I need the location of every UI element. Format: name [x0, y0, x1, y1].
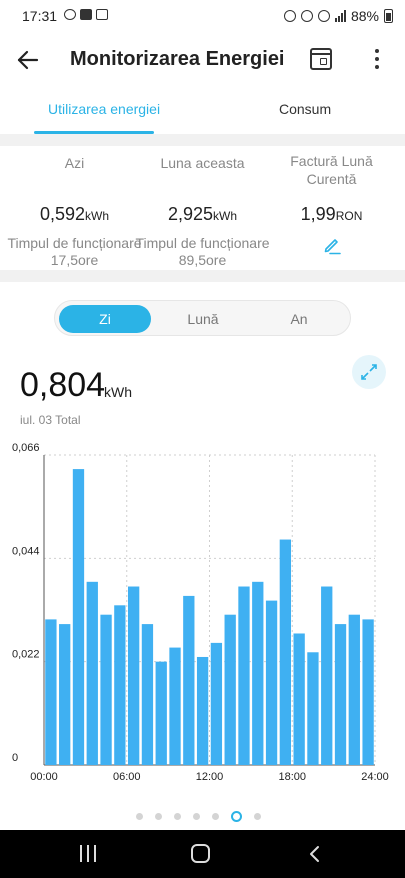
- image-icon: [96, 9, 108, 20]
- app-bar: Monitorizarea Energiei: [0, 32, 405, 88]
- nav-back-button[interactable]: [306, 844, 324, 864]
- page-dot[interactable]: [155, 813, 162, 820]
- x-tick-label: 18:00: [278, 771, 306, 783]
- chart-bar: [238, 586, 250, 765]
- expand-button[interactable]: [352, 355, 386, 389]
- recent-apps-button[interactable]: [80, 845, 96, 862]
- total-value: 0,804: [20, 366, 106, 404]
- x-tick-label: 06:00: [113, 771, 141, 783]
- chart-bar: [293, 633, 305, 765]
- chart-bar: [348, 614, 360, 765]
- chart-bar: [127, 586, 140, 765]
- mute-icon: [300, 10, 313, 22]
- chart-bar: [183, 595, 195, 765]
- system-nav-bar: [0, 830, 405, 878]
- segment-month[interactable]: Lună: [157, 305, 249, 333]
- x-tick-label: 24:00: [361, 771, 389, 783]
- chart-bar: [86, 581, 98, 765]
- status-time: 17:31: [22, 8, 58, 24]
- chart-bar: [114, 605, 126, 765]
- chart-bar: [265, 600, 278, 765]
- expand-icon: [361, 364, 377, 380]
- stat-value: 2,925kWh: [167, 204, 238, 224]
- page-indicator: [136, 811, 261, 822]
- section-divider: [0, 134, 405, 146]
- alarm-icon: [283, 10, 296, 22]
- stat-runtime: Timpul de funcționare 17,5ore: [7, 235, 142, 268]
- calendar-button[interactable]: [310, 48, 332, 70]
- energy-bar-chart: 0 0,022 0,044 0,066 00:00 06:00 12:00 18:00 24:0…: [0, 440, 405, 790]
- messenger-icon: [64, 9, 76, 20]
- chart-bar: [141, 624, 154, 765]
- total-unit: kWh: [104, 384, 132, 400]
- battery-percent: 88%: [350, 8, 379, 24]
- chart-bar: [307, 652, 319, 765]
- page-dot[interactable]: [174, 813, 181, 820]
- x-tick-label: 12:00: [196, 771, 224, 783]
- system-icons: 88%: [283, 8, 393, 24]
- chart-bar: [155, 661, 167, 765]
- tab-bar: Utilizarea energiei Consum: [0, 88, 405, 134]
- chart-bar: [362, 619, 374, 765]
- chart-bar: [45, 619, 57, 765]
- y-tick-label: 0,044: [12, 545, 40, 557]
- chart-bar: [224, 614, 236, 765]
- edit-pencil-icon[interactable]: [322, 235, 342, 255]
- total-date-label: iul. 03 Total: [20, 413, 81, 427]
- chart-bar: [59, 624, 71, 765]
- status-bar: 17:31 88%: [0, 0, 405, 32]
- battery-icon: [384, 9, 393, 23]
- stat-label: Factură Lună Curentă: [290, 153, 373, 187]
- segment-year[interactable]: An: [253, 305, 345, 333]
- notification-icons: [64, 9, 108, 20]
- section-divider: [0, 270, 405, 282]
- home-button[interactable]: [191, 844, 210, 863]
- segment-day[interactable]: Zi: [59, 305, 151, 333]
- back-button[interactable]: [14, 46, 42, 74]
- chart-bar: [321, 586, 333, 765]
- chart-bar: [334, 624, 347, 765]
- mail-icon: [80, 9, 92, 20]
- page-dot[interactable]: [212, 813, 219, 820]
- stat-value: 1,99RON: [300, 204, 363, 224]
- x-tick-label: 00:00: [30, 771, 58, 783]
- chart-bar: [169, 647, 181, 765]
- y-tick-label: 0: [12, 752, 18, 764]
- stat-runtime: Timpul de funcționare 89,5ore: [135, 235, 270, 268]
- stat-this-month: Luna aceasta 2,925kWh Timpul de funcțion…: [135, 146, 270, 269]
- stat-value: 0,592kWh: [39, 204, 110, 224]
- page-dot[interactable]: [231, 811, 242, 822]
- page-title: Monitorizarea Energiei: [70, 48, 285, 70]
- tab-consumption[interactable]: Consum: [279, 101, 331, 117]
- stat-current-bill: Factură Lună Curentă 1,99RON: [264, 146, 399, 260]
- chart-bar: [100, 614, 112, 765]
- arrow-left-icon: [17, 50, 39, 70]
- chart-bar: [72, 469, 85, 765]
- stat-label: Azi: [64, 155, 85, 171]
- page-dot[interactable]: [254, 813, 261, 820]
- chart-bar: [210, 642, 223, 765]
- signal-icon: [334, 10, 346, 22]
- wifi-icon: [317, 10, 330, 22]
- chart-canvas: 0 0,022 0,044 0,066 00:00 06:00 12:00 18:00 24:0…: [12, 442, 389, 783]
- more-options-button[interactable]: [370, 46, 384, 72]
- period-selector: Zi Lună An: [54, 300, 351, 336]
- y-tick-label: 0,066: [12, 442, 40, 454]
- chart-bar: [279, 539, 292, 765]
- page-dot[interactable]: [136, 813, 143, 820]
- tab-energy-usage[interactable]: Utilizarea energiei: [48, 101, 160, 117]
- page-dot[interactable]: [193, 813, 200, 820]
- stats-panel: Azi 0,592kWh Timpul de funcționare 17,5o…: [0, 146, 405, 282]
- chart-bar: [252, 581, 264, 765]
- stat-today: Azi 0,592kWh Timpul de funcționare 17,5o…: [7, 146, 142, 269]
- y-tick-label: 0,022: [12, 649, 40, 661]
- stat-label: Luna aceasta: [160, 155, 245, 171]
- chart-bar: [196, 656, 209, 765]
